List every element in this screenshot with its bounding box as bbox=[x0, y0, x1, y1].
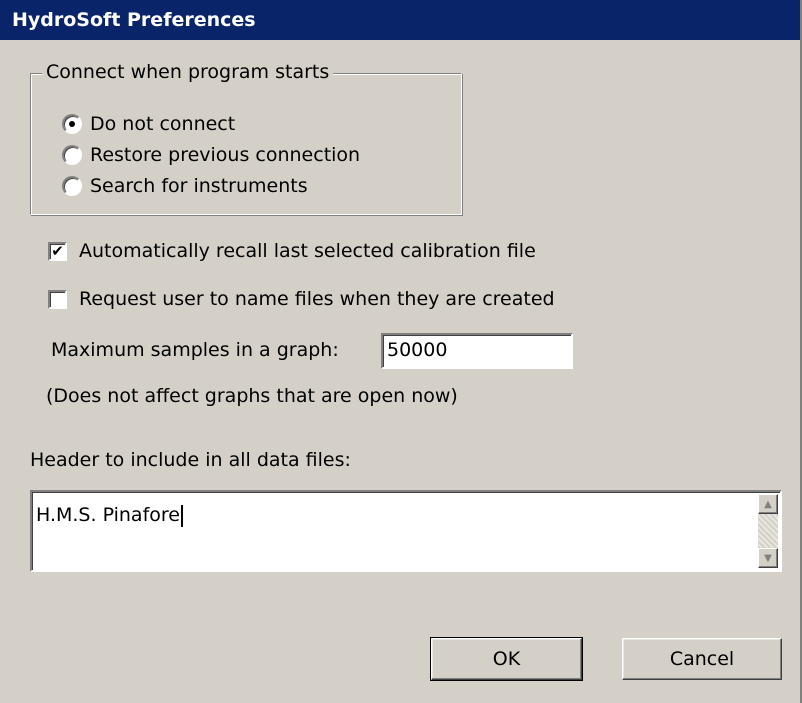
radio-restore-previous[interactable]: Restore previous connection bbox=[62, 140, 360, 170]
header-value: H.M.S. Pinafore bbox=[36, 504, 180, 526]
scroll-up-icon: ▲ bbox=[764, 498, 772, 510]
header-text: H.M.S. Pinafore bbox=[36, 502, 183, 528]
radio-label: Do not connect bbox=[90, 113, 236, 135]
ok-button[interactable]: OK bbox=[430, 637, 583, 681]
checkbox-label: Request user to name files when they are… bbox=[79, 288, 555, 310]
radio-label: Search for instruments bbox=[90, 175, 308, 197]
max-samples-label: Maximum samples in a graph: bbox=[51, 339, 339, 361]
radio-search-instruments[interactable]: Search for instruments bbox=[62, 171, 308, 201]
radio-label: Restore previous connection bbox=[90, 144, 361, 166]
header-label: Header to include in all data files: bbox=[30, 449, 351, 471]
checkbox-unchecked[interactable] bbox=[48, 289, 67, 309]
radio-button-checked[interactable] bbox=[62, 114, 82, 134]
scroll-up-button[interactable]: ▲ bbox=[758, 494, 778, 514]
title-bar[interactable]: HydroSoft Preferences bbox=[0, 0, 800, 40]
cancel-button-label: Cancel bbox=[669, 648, 735, 670]
checkbox-checked[interactable]: ✔ bbox=[48, 241, 67, 261]
vertical-scrollbar[interactable]: ▲ ▼ bbox=[758, 494, 778, 568]
max-samples-note: (Does not affect graphs that are open no… bbox=[46, 385, 458, 407]
scroll-down-icon: ▼ bbox=[764, 552, 772, 564]
connect-group-legend: Connect when program starts bbox=[42, 58, 334, 86]
radio-button[interactable] bbox=[62, 145, 82, 165]
checkbox-auto-recall[interactable]: ✔ Automatically recall last selected cal… bbox=[48, 236, 536, 266]
check-icon: ✔ bbox=[51, 241, 64, 260]
preferences-dialog: HydroSoft Preferences Connect when progr… bbox=[0, 0, 802, 703]
checkbox-label: Automatically recall last selected calib… bbox=[79, 240, 536, 262]
max-samples-input[interactable]: 50000 bbox=[381, 333, 573, 369]
radio-do-not-connect[interactable]: Do not connect bbox=[62, 109, 235, 139]
checkbox-request-name[interactable]: Request user to name files when they are… bbox=[48, 284, 555, 314]
header-textarea[interactable]: H.M.S. Pinafore ▲ ▼ bbox=[30, 490, 782, 572]
ok-button-label: OK bbox=[492, 648, 521, 670]
cancel-button[interactable]: Cancel bbox=[622, 638, 782, 680]
max-samples-value: 50000 bbox=[387, 339, 448, 361]
radio-button[interactable] bbox=[62, 176, 82, 196]
window-title: HydroSoft Preferences bbox=[12, 9, 256, 31]
text-caret bbox=[180, 504, 183, 527]
scroll-down-button[interactable]: ▼ bbox=[758, 548, 778, 568]
